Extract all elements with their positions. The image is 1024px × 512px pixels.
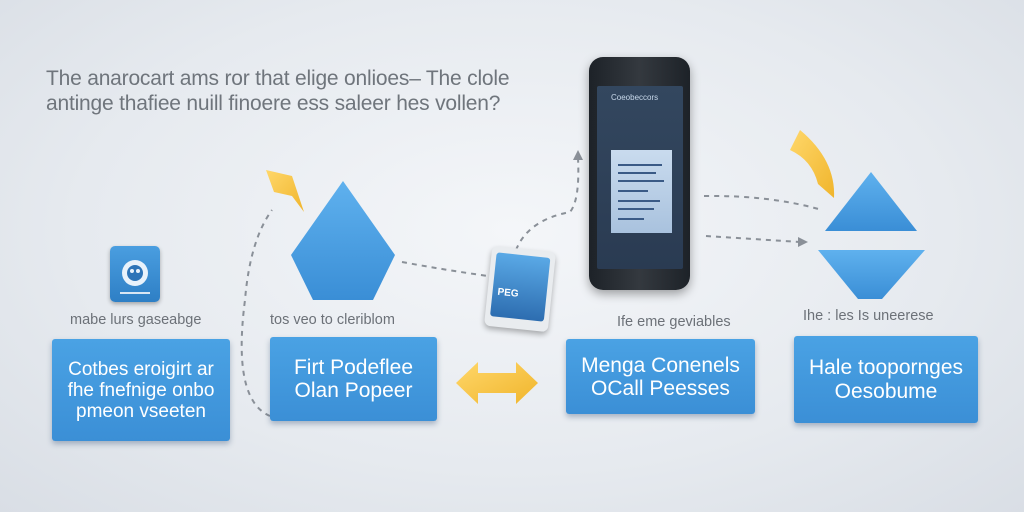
arrowhead-icon	[798, 237, 808, 247]
diamond-shape	[291, 181, 395, 300]
caption-1: mabe lurs gaseabge	[70, 312, 202, 328]
box-line: Menga Conenels	[581, 353, 740, 377]
tablet: PEG	[483, 245, 557, 333]
chat-bubble-icon	[120, 260, 150, 294]
tablet-label: PEG	[496, 286, 520, 300]
caption-2: tos veo to cleriblom	[270, 312, 395, 328]
dashed-connector	[240, 209, 273, 417]
box-line: Olan Popeer	[294, 379, 413, 402]
info-box-2: Firt Podeflee Olan Popeer	[270, 337, 437, 421]
dashed-connector	[401, 261, 489, 277]
triangle-shape-bottom	[818, 250, 925, 299]
caption-3: Ife eme geviables	[617, 314, 731, 330]
box-line: pmeon vseeten	[76, 400, 206, 422]
dashed-connector	[515, 157, 580, 251]
info-box-1: Cotbes eroigirt ar fhe fnefnige onbo pme…	[52, 339, 230, 441]
dashed-connector	[705, 235, 801, 243]
app-icon	[110, 246, 160, 302]
dashed-connector	[703, 194, 823, 211]
curved-arrow-icon	[790, 130, 835, 198]
box-line: fhe fnefnige onbo	[67, 379, 215, 401]
double-arrow-icon	[456, 362, 538, 404]
info-box-3: Menga Conenels OCall Peesses	[566, 339, 755, 414]
box-line: Oesobume	[834, 379, 938, 403]
box-line: Hale toopornges	[808, 355, 964, 379]
curved-arrow-icon	[266, 170, 304, 212]
arrowhead-icon	[573, 150, 583, 160]
box-line: Cotbes eroigirt ar	[68, 358, 214, 380]
box-line: Firt Podeflee	[293, 356, 414, 379]
caption-4: Ihe : les Is uneerese	[803, 308, 934, 324]
triangle-shape-top	[825, 172, 917, 231]
phone-screen-title: Coeobeccors	[611, 93, 659, 102]
document-preview	[611, 150, 672, 233]
info-box-4: Hale toopornges Oesobume	[794, 336, 978, 423]
box-line: OCall Peesses	[591, 376, 730, 400]
